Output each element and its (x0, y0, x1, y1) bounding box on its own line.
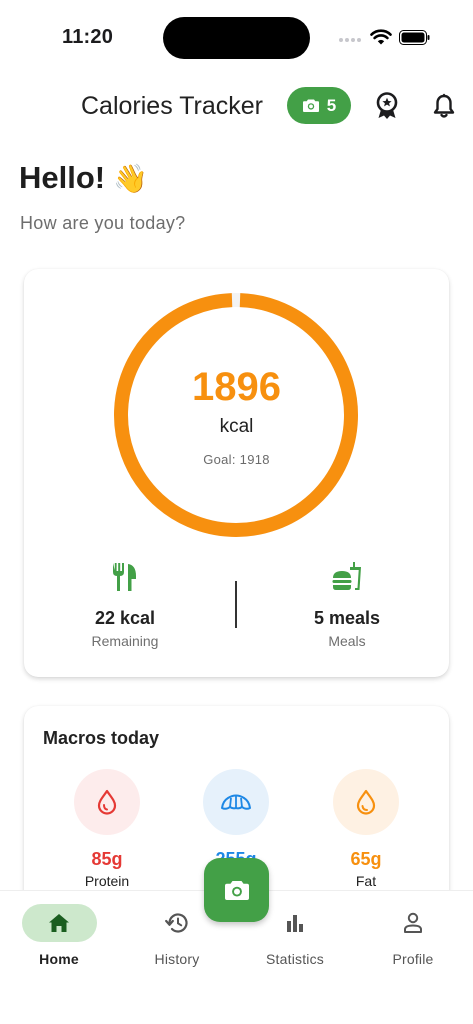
nav-profile[interactable]: Profile (363, 904, 463, 967)
protein-value: 85g (91, 849, 123, 869)
meals-stat: 5 meals Meals (272, 560, 422, 649)
camera-icon (224, 881, 249, 900)
calorie-progress-arc (113, 293, 358, 537)
history-icon (165, 913, 188, 933)
scan-meal-button[interactable] (204, 858, 269, 922)
macro-protein[interactable]: 85g Protein (57, 769, 157, 889)
home-icon (49, 914, 69, 932)
carbs-icon-circle (203, 769, 269, 835)
fastfood-icon (332, 562, 361, 590)
macro-fat[interactable]: 65g Fat (316, 769, 416, 889)
croissant-icon (221, 794, 251, 810)
fat-label: Fat (355, 873, 377, 889)
remaining-label: Remaining (91, 633, 159, 649)
calories-unit: kcal (219, 416, 254, 437)
meals-value: 5 meals (313, 608, 381, 628)
protein-icon-circle (74, 769, 140, 835)
dynamic-island (163, 17, 310, 59)
greeting-text: Hello! (19, 160, 106, 195)
nav-statistics-label: Statistics (265, 951, 324, 967)
calories-consumed: 1896 (192, 365, 281, 409)
wifi-icon (370, 29, 392, 45)
battery-icon (399, 30, 430, 45)
person-icon (404, 912, 422, 933)
stat-divider (235, 581, 237, 628)
greeting-title: Hello! 👋 (19, 160, 148, 196)
status-time: 11:20 (62, 26, 114, 48)
fat-icon-circle (333, 769, 399, 835)
camera-icon (302, 99, 319, 112)
macros-title: Macros today (43, 728, 160, 748)
remaining-value: 22 kcal (94, 608, 156, 628)
calories-goal: Goal: 1918 (203, 452, 270, 467)
meals-label: Meals (328, 633, 366, 649)
fat-value: 65g (350, 849, 382, 869)
remaining-stat: 22 kcal Remaining (50, 560, 200, 649)
award-icon[interactable] (375, 92, 399, 120)
signal-icon (339, 38, 363, 44)
nav-history-label: History (154, 951, 200, 967)
scan-count: 5 (326, 95, 337, 115)
protein-label: Protein (84, 873, 130, 889)
greeting-subtitle: How are you today? (20, 213, 186, 233)
wave-emoji: 👋 (113, 162, 148, 194)
nav-home-label: Home (39, 951, 79, 967)
scan-count-button[interactable]: 5 (287, 87, 351, 124)
oil-drop-icon (356, 789, 376, 815)
app-title: Calories Tracker (81, 92, 263, 120)
nav-home[interactable]: Home (9, 904, 109, 967)
nav-profile-label: Profile (392, 951, 434, 967)
utensils-icon (113, 563, 136, 591)
bell-icon[interactable] (433, 93, 455, 119)
drop-icon (97, 789, 117, 815)
bar-chart-icon (287, 915, 303, 932)
calorie-progress-ring (113, 293, 358, 537)
